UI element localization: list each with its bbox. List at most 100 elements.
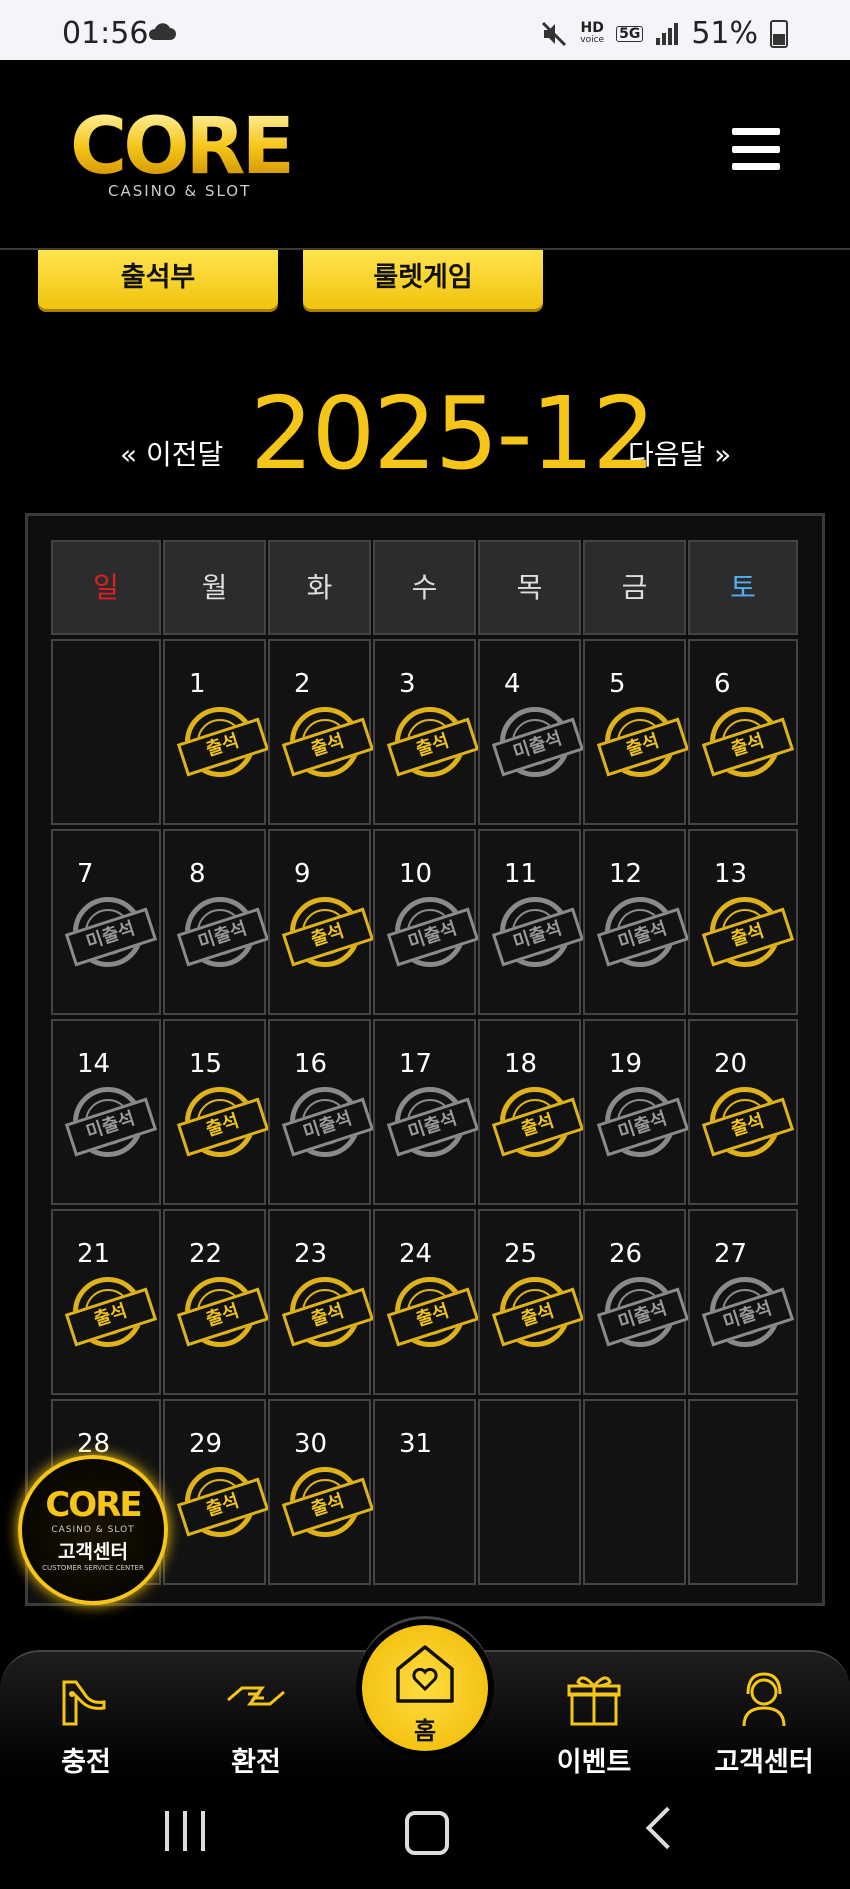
calendar-day-6[interactable]: 6 출석 [688, 639, 798, 825]
hamburger-menu-icon[interactable] [732, 128, 780, 170]
mute-icon [542, 21, 567, 46]
stamp-label: 출석 [386, 717, 480, 777]
weekday-1: 월 [163, 540, 266, 635]
calendar-day-14[interactable]: 14 미출석 [51, 1019, 161, 1205]
calendar-day-31[interactable]: 31 [373, 1399, 476, 1585]
calendar-day-30[interactable]: 30 출석 [268, 1399, 375, 1585]
stamp-label: 출석 [176, 1287, 270, 1347]
absent-stamp-icon: 미출석 [386, 897, 480, 967]
calendar-day-10[interactable]: 10 미출석 [373, 829, 480, 1015]
stamp-label: 출석 [176, 1477, 270, 1537]
stamp-label: 미출석 [596, 1287, 690, 1347]
day-number: 19 [609, 1049, 643, 1079]
day-number: 20 [714, 1049, 748, 1079]
attended-stamp-icon: 출석 [281, 897, 375, 967]
calendar-day-22[interactable]: 22 출석 [163, 1209, 270, 1395]
absent-stamp-icon: 미출석 [64, 897, 158, 967]
calendar-day-26[interactable]: 26 미출석 [583, 1209, 690, 1395]
day-number: 22 [189, 1239, 223, 1269]
calendar-day-8[interactable]: 8 미출석 [163, 829, 270, 1015]
calendar-week: 1 출석 2 출석 3 출석 4 미출석 5 출석 6 출석 [51, 639, 801, 825]
weekday-header: 일월화수목금토 [51, 540, 801, 635]
calendar-day-12[interactable]: 12 미출석 [583, 829, 690, 1015]
calendar-week: 21 출석 22 출석 23 출석 24 출석 25 출석 26 미출석 27 미출석 [51, 1209, 801, 1395]
calendar-day-2[interactable]: 2 출석 [268, 639, 375, 825]
stamp-label: 출석 [281, 1477, 375, 1537]
stamp-label: 출석 [701, 907, 795, 967]
day-number: 6 [714, 669, 731, 699]
calendar-day-25[interactable]: 25 출석 [478, 1209, 585, 1395]
calendar-day-1[interactable]: 1 출석 [163, 639, 270, 825]
weekday-3: 수 [373, 540, 476, 635]
cs-label: 고객센터 [58, 1541, 128, 1563]
core-logo[interactable]: CORE CASINO & SLOT [70, 108, 295, 218]
attended-stamp-icon: 출석 [491, 1087, 585, 1157]
nav-exchange[interactable]: 환전 [196, 1670, 316, 1779]
weekday-4: 목 [478, 540, 581, 635]
day-number: 5 [609, 669, 626, 699]
absent-stamp-icon: 미출석 [281, 1087, 375, 1157]
day-number: 9 [294, 859, 311, 889]
calendar-day-20[interactable]: 20 출석 [688, 1019, 798, 1205]
stamp-label: 미출석 [491, 717, 585, 777]
day-number: 1 [189, 669, 206, 699]
calendar-day-17[interactable]: 17 미출석 [373, 1019, 480, 1205]
calendar-day-4[interactable]: 4 미출석 [478, 639, 585, 825]
recent-apps-icon[interactable] [165, 1811, 205, 1851]
calendar-day-9[interactable]: 9 출석 [268, 829, 375, 1015]
calendar-day-19[interactable]: 19 미출석 [583, 1019, 690, 1205]
day-number: 25 [504, 1239, 538, 1269]
day-number: 26 [609, 1239, 643, 1269]
attendance-calendar: 일월화수목금토 1 출석 2 출석 3 출석 4 미출석 5 출석 6 출석 7 미출석 8 미출석 9 출석 10… [25, 513, 825, 1606]
nav-customer-center[interactable]: 고객센터 [704, 1670, 824, 1779]
stamp-label: 미출석 [596, 907, 690, 967]
attended-stamp-icon: 출석 [701, 897, 795, 967]
absent-stamp-icon: 미출석 [596, 897, 690, 967]
system-back-icon[interactable] [645, 1806, 689, 1850]
attended-stamp-icon: 출석 [176, 707, 270, 777]
tab-roulette[interactable]: 룰렛게임 [303, 250, 543, 309]
stamp-label: 출석 [701, 1097, 795, 1157]
calendar-day-15[interactable]: 15 출석 [163, 1019, 270, 1205]
floating-customer-service-button[interactable]: CORE CASINO & SLOT 고객센터 CUSTOMER SERVICE… [18, 1455, 168, 1605]
absent-stamp-icon: 미출석 [701, 1277, 795, 1347]
calendar-day-7[interactable]: 7 미출석 [51, 829, 161, 1015]
prev-month-link[interactable]: « 이전달 [120, 433, 223, 473]
calendar-day-21[interactable]: 21 출석 [51, 1209, 161, 1395]
calendar-day-3[interactable]: 3 출석 [373, 639, 480, 825]
stamp-label: 출석 [281, 1287, 375, 1347]
status-time: 01:56 [62, 16, 149, 51]
system-home-icon[interactable] [405, 1811, 449, 1855]
stamp-label: 미출석 [64, 907, 158, 967]
next-month-link[interactable]: 다음달 » [628, 433, 731, 473]
stamp-label: 출석 [701, 717, 795, 777]
day-number: 12 [609, 859, 643, 889]
status-icons: HD voice 5G 51% [540, 16, 788, 51]
calendar-day-5[interactable]: 5 출석 [583, 639, 690, 825]
calendar-week: 14 미출석 15 출석 16 미출석 17 미출석 18 출석 19 미출석 20 출석 [51, 1019, 801, 1205]
tab-attendance[interactable]: 출석부 [38, 250, 278, 309]
calendar-day-16[interactable]: 16 미출석 [268, 1019, 375, 1205]
calendar-day-29[interactable]: 29 출석 [163, 1399, 270, 1585]
day-number: 8 [189, 859, 206, 889]
attended-stamp-icon: 출석 [64, 1277, 158, 1347]
calendar-day-13[interactable]: 13 출석 [688, 829, 798, 1015]
nav-home[interactable]: 홈 [356, 1616, 494, 1757]
day-number: 23 [294, 1239, 328, 1269]
calendar-day-24[interactable]: 24 출석 [373, 1209, 480, 1395]
system-navigation-bar [0, 1775, 850, 1889]
cs-logo: CORE [45, 1485, 142, 1525]
calendar-day-23[interactable]: 23 출석 [268, 1209, 375, 1395]
calendar-day-11[interactable]: 11 미출석 [478, 829, 585, 1015]
nav-event[interactable]: 이벤트 [534, 1670, 654, 1779]
calendar-day-27[interactable]: 27 미출석 [688, 1209, 798, 1395]
day-number: 3 [399, 669, 416, 699]
absent-stamp-icon: 미출석 [64, 1087, 158, 1157]
attended-stamp-icon: 출석 [281, 1467, 375, 1537]
nav-charge[interactable]: 충전 [26, 1670, 146, 1779]
month-title: 2025-12 [250, 375, 656, 492]
weekday-2: 화 [268, 540, 371, 635]
attended-stamp-icon: 출석 [281, 707, 375, 777]
calendar-day-18[interactable]: 18 출석 [478, 1019, 585, 1205]
absent-stamp-icon: 미출석 [491, 707, 585, 777]
